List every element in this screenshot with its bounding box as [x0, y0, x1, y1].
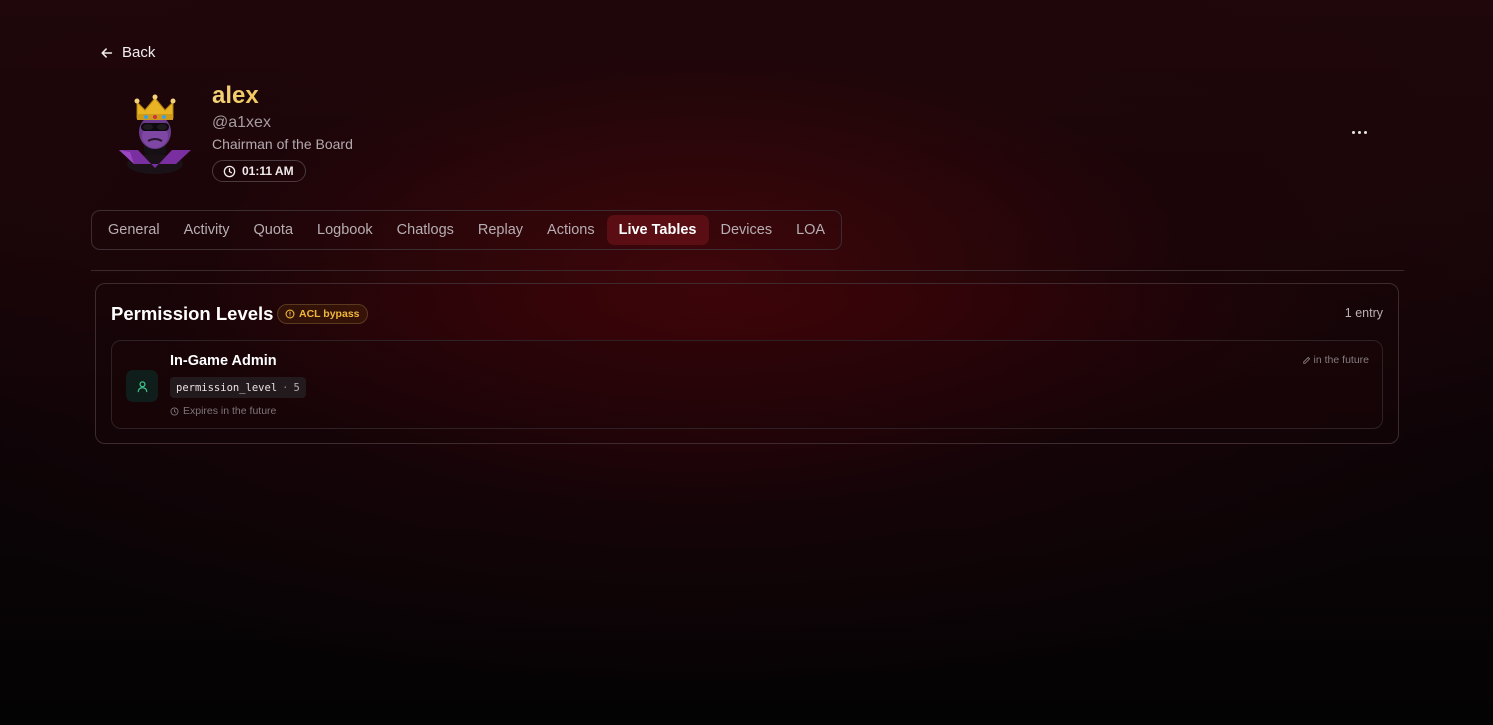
- panel-title: Permission Levels: [111, 303, 274, 324]
- section-divider: [91, 270, 1404, 271]
- local-time: 01:11 AM: [242, 164, 294, 178]
- tab-general[interactable]: General: [96, 215, 172, 245]
- tab-quota[interactable]: Quota: [242, 215, 306, 245]
- user-role: Chairman of the Board: [212, 136, 353, 152]
- more-horizontal-icon: [1351, 130, 1355, 134]
- clock-icon: [223, 165, 236, 177]
- expiry-info: Expires in the future: [170, 405, 276, 417]
- tab-replay[interactable]: Replay: [466, 215, 535, 245]
- tab-loa[interactable]: LOA: [784, 215, 837, 245]
- entry-icon-box: [126, 370, 158, 402]
- separator: ·: [282, 381, 289, 394]
- acl-bypass-label: ACL bypass: [299, 308, 360, 320]
- edited-info: in the future: [1302, 354, 1369, 366]
- tab-activity[interactable]: Activity: [172, 215, 242, 245]
- tab-logbook[interactable]: Logbook: [305, 215, 385, 245]
- avatar[interactable]: [116, 80, 194, 178]
- avatar-image: [119, 94, 191, 174]
- permission-code-chip: permission_level · 5: [170, 377, 306, 398]
- more-options-button[interactable]: [1348, 122, 1370, 142]
- back-label: Back: [122, 44, 156, 61]
- tab-devices[interactable]: Devices: [709, 215, 785, 245]
- tab-live-tables[interactable]: Live Tables: [606, 215, 709, 245]
- more-horizontal-icon-dot: [1363, 130, 1367, 134]
- tab-chatlogs[interactable]: Chatlogs: [385, 215, 466, 245]
- alert-circle-icon: [285, 309, 295, 319]
- pencil-icon: [1302, 356, 1310, 364]
- permission-entry[interactable]: In-Game Admin permission_level · 5 Expir…: [111, 340, 1383, 429]
- entry-count: 1 entry: [1344, 306, 1383, 320]
- username: @a1xex: [212, 114, 271, 131]
- user-icon: [137, 380, 147, 392]
- permission-key: permission_level: [176, 381, 278, 394]
- back-button[interactable]: Back: [100, 44, 155, 61]
- profile-info: alex @a1xex Chairman of the Board 01:11 …: [212, 80, 353, 182]
- more-horizontal-icon-dot: [1357, 130, 1361, 134]
- profile-tabs: General Activity Quota Logbook Chatlogs …: [91, 210, 843, 250]
- edited-text: in the future: [1313, 354, 1369, 366]
- permission-value: 5: [293, 381, 300, 394]
- profile-header: alex @a1xex Chairman of the Board 01:11 …: [116, 80, 353, 182]
- expiry-text: Expires in the future: [183, 405, 277, 417]
- acl-bypass-badge: ACL bypass: [277, 304, 368, 324]
- tab-actions[interactable]: Actions: [535, 215, 607, 245]
- clock-icon: [170, 407, 179, 415]
- permission-levels-panel: Permission Levels ACL bypass 1 entry In-…: [95, 283, 1399, 444]
- local-time-badge: 01:11 AM: [212, 160, 306, 182]
- display-name: alex: [212, 82, 353, 110]
- entry-title: In-Game Admin: [170, 353, 277, 369]
- arrow-left-icon: [101, 47, 113, 58]
